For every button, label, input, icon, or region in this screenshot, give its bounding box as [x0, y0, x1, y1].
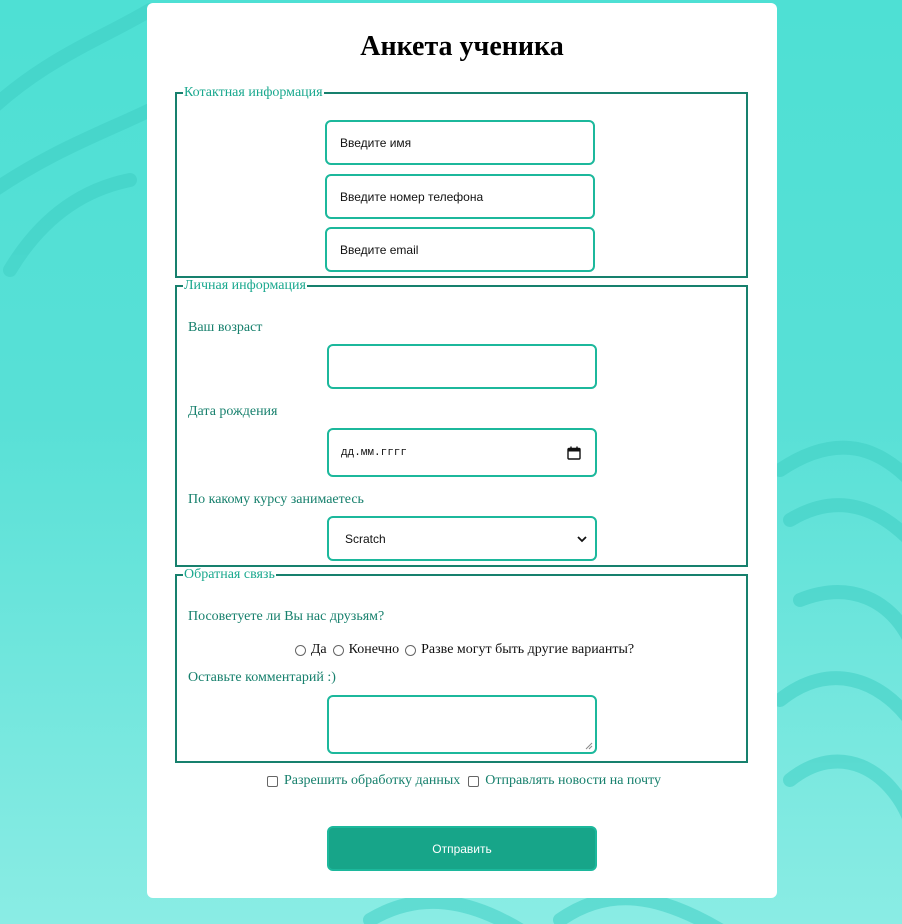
radio-no-other-options-label: Разве могут быть другие варианты?: [421, 642, 635, 657]
age-input[interactable]: [327, 344, 597, 389]
survey-card: Анкета ученика Котактная информация Введ…: [147, 3, 777, 898]
contact-info-legend: Котактная информация: [184, 85, 323, 100]
radio-yes-label: Да: [310, 642, 327, 657]
calendar-icon[interactable]: [567, 446, 581, 460]
birth-date-placeholder: дд.мм.гггг: [341, 446, 408, 459]
course-label: По какому курсу занимаетесь: [188, 492, 364, 507]
radio-of-course-label: Конечно: [348, 642, 400, 657]
course-select[interactable]: Scratch: [327, 516, 597, 561]
submit-button[interactable]: Отправить: [327, 826, 597, 871]
allow-processing-label: Разрешить обработку данных: [283, 773, 461, 788]
personal-info-legend: Личная информация: [184, 278, 306, 293]
feedback-fieldset: Обратная связь Посоветуете ли Вы нас дру…: [175, 568, 748, 763]
birth-date-label: Дата рождения: [188, 404, 278, 419]
send-news-checkbox[interactable]: [468, 775, 480, 787]
contact-info-fieldset: Котактная информация Введите имя Введите…: [175, 86, 748, 278]
chevron-down-icon: [577, 535, 587, 542]
birth-date-input[interactable]: дд.мм.гггг: [327, 428, 597, 477]
email-placeholder: Введите email: [340, 242, 419, 257]
feedback-legend: Обратная связь: [184, 567, 275, 582]
recommend-options: Да Конечно Разве могут быть другие вариа…: [177, 642, 746, 658]
name-placeholder: Введите имя: [340, 135, 412, 150]
course-selected-value: Scratch: [345, 531, 386, 546]
phone-input[interactable]: Введите номер телефона: [325, 174, 595, 219]
consent-checkboxes: Разрешить обработку данных Отправлять но…: [147, 773, 777, 789]
name-input[interactable]: Введите имя: [325, 120, 595, 165]
email-input[interactable]: Введите email: [325, 227, 595, 272]
send-news-label: Отправлять новости на почту: [485, 773, 662, 788]
personal-info-fieldset: Личная информация Ваш возраст Дата рожде…: [175, 279, 748, 567]
comment-label: Оставьте комментарий :): [188, 670, 336, 685]
comment-textarea[interactable]: [327, 695, 597, 754]
phone-placeholder: Введите номер телефона: [340, 189, 484, 204]
recommend-question: Посоветуете ли Вы нас друзьям?: [188, 609, 385, 624]
radio-no-other-options[interactable]: [405, 644, 417, 656]
age-label: Ваш возраст: [188, 320, 263, 335]
allow-processing-checkbox[interactable]: [266, 775, 278, 787]
form-title: Анкета ученика: [360, 31, 564, 62]
radio-of-course[interactable]: [332, 644, 344, 656]
resize-grip-icon[interactable]: [585, 742, 593, 750]
radio-yes[interactable]: [294, 644, 306, 656]
